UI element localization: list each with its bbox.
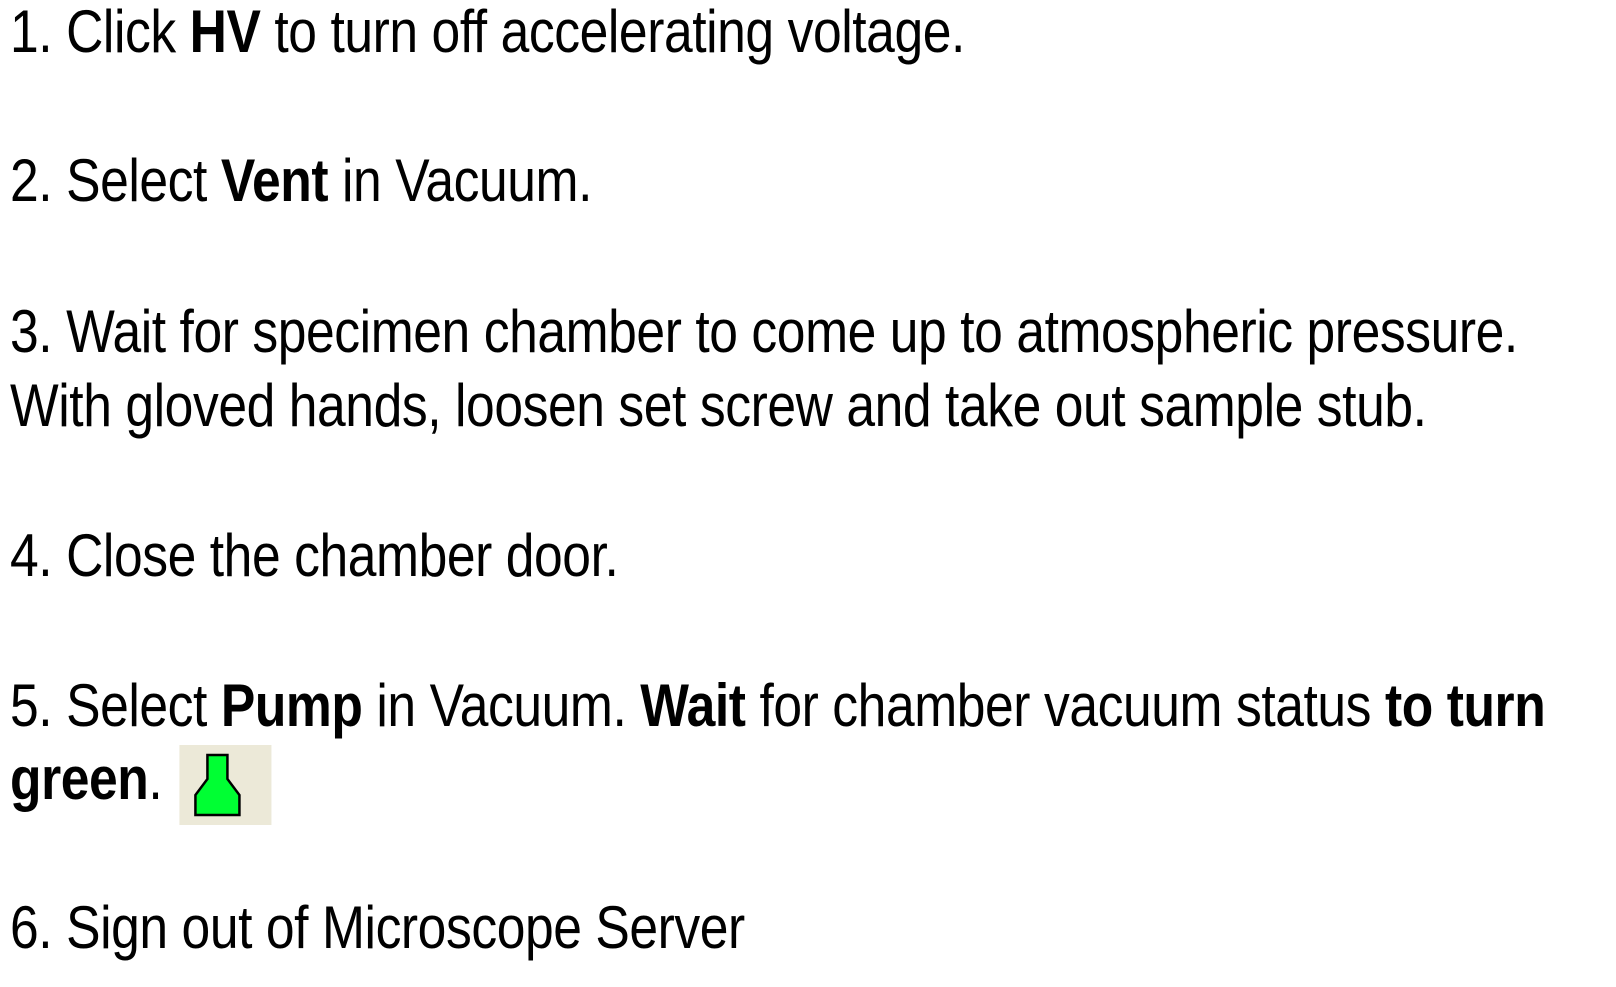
green-keyword: green (10, 745, 149, 812)
step-text: to turn off accelerating voltage. (260, 0, 965, 65)
step-text: Click (66, 0, 190, 65)
vent-keyword: Vent (220, 147, 329, 214)
step-text: Wait for specimen chamber to come up to … (66, 298, 1518, 365)
step-text: Select (66, 672, 221, 739)
step-4: 4. Close the chamber door. (10, 521, 619, 591)
step-5-continued: green. (10, 744, 272, 825)
step-number: 6. (10, 894, 53, 961)
step-2: 2. Select Vent in Vacuum. (10, 146, 592, 216)
step-6: 6. Sign out of Microscope Server (10, 893, 745, 963)
step-text: With gloved hands, loosen set screw and … (10, 372, 1427, 439)
step-text: in Vacuum. (362, 672, 641, 739)
step-number: 2. (10, 147, 53, 214)
step-number: 4. (10, 522, 53, 589)
pump-keyword: Pump (220, 672, 363, 739)
to-turn-keyword: to turn (1384, 672, 1546, 739)
step-number: 3. (10, 298, 53, 365)
step-5: 5. Select Pump in Vacuum. Wait for chamb… (10, 671, 1546, 741)
vacuum-status-green-icon (179, 745, 272, 825)
step-number: 1. (10, 0, 53, 65)
step-3: 3. Wait for specimen chamber to come up … (10, 297, 1518, 367)
step-text: in Vacuum. (328, 147, 593, 214)
step-3-continued: With gloved hands, loosen set screw and … (10, 371, 1427, 441)
step-text: Select (66, 147, 221, 214)
step-text: for chamber vacuum status (745, 672, 1385, 739)
step-number: 5. (10, 672, 53, 739)
step-1: 1. Click HV to turn off accelerating vol… (10, 0, 965, 67)
step-text: Sign out of Microscope Server (66, 894, 745, 961)
step-text: . (148, 745, 163, 812)
hv-keyword: HV (189, 0, 261, 65)
vacuum-status-icon-graphic (194, 753, 241, 817)
step-text: Close the chamber door. (66, 522, 619, 589)
wait-keyword: Wait (640, 672, 746, 739)
